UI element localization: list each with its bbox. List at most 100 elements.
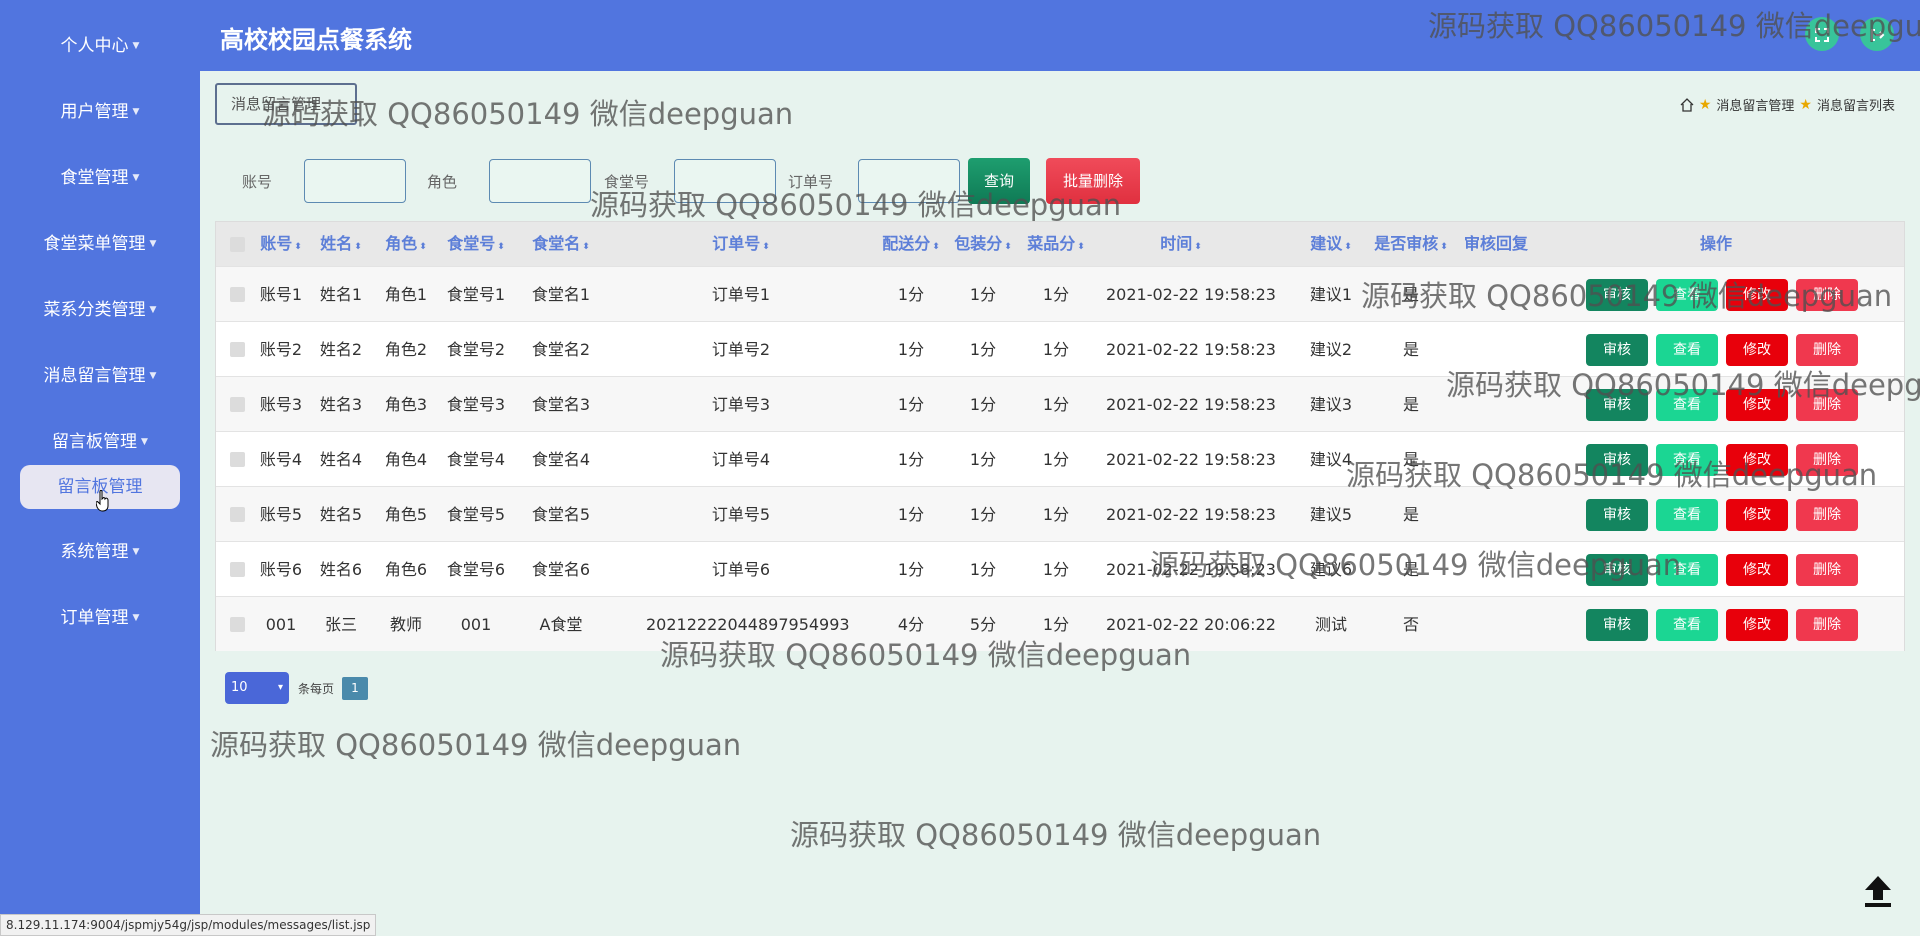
column-header[interactable]: 角色 ⬍ bbox=[381, 222, 431, 266]
view-button[interactable]: 查看 bbox=[1656, 554, 1718, 586]
sidebar-item-canteen-management[interactable]: 食堂管理 ▼ bbox=[0, 166, 200, 190]
logout-button[interactable] bbox=[1860, 17, 1894, 51]
cell-role: 角色5 bbox=[384, 505, 428, 524]
edit-button[interactable]: 修改 bbox=[1726, 609, 1788, 641]
sidebar-item-board-management[interactable]: 留言板管理 ▼ bbox=[0, 430, 200, 454]
audit-button[interactable]: 审核 bbox=[1586, 554, 1648, 586]
home-icon[interactable] bbox=[1680, 97, 1694, 112]
row-checkbox[interactable] bbox=[230, 342, 245, 357]
cell-audit-reply bbox=[1456, 487, 1536, 542]
view-button[interactable]: 查看 bbox=[1656, 389, 1718, 421]
audit-button[interactable]: 审核 bbox=[1586, 334, 1648, 366]
sidebar-item-menu-management[interactable]: 食堂菜单管理 ▼ bbox=[0, 232, 200, 256]
delete-button[interactable]: 删除 bbox=[1796, 389, 1858, 421]
sort-icon: ⬍ bbox=[762, 242, 770, 252]
order-no-input[interactable] bbox=[858, 159, 960, 203]
audit-button[interactable]: 审核 bbox=[1586, 499, 1648, 531]
cell-order-no: 订单号5 bbox=[711, 505, 771, 524]
cell-dish-score: 1分 bbox=[1042, 395, 1070, 414]
edit-button[interactable]: 修改 bbox=[1726, 334, 1788, 366]
column-header[interactable]: 是否审核 ⬍ bbox=[1371, 222, 1451, 266]
sidebar-item-system-management[interactable]: 系统管理 ▼ bbox=[0, 540, 200, 564]
cell-dish-score: 1分 bbox=[1042, 615, 1070, 634]
sidebar-item-user-management[interactable]: 用户管理 ▼ bbox=[0, 100, 200, 124]
cell-audit-reply bbox=[1456, 377, 1536, 432]
row-checkbox[interactable] bbox=[230, 562, 245, 577]
delete-button[interactable]: 删除 bbox=[1796, 554, 1858, 586]
row-checkbox[interactable] bbox=[230, 397, 245, 412]
cell-time: 2021-02-22 19:58:23 bbox=[1106, 285, 1276, 304]
hand-cursor-icon bbox=[96, 490, 109, 512]
view-button[interactable]: 查看 bbox=[1656, 499, 1718, 531]
cell-canteen-no: 食堂号6 bbox=[446, 560, 506, 579]
view-button[interactable]: 查看 bbox=[1656, 334, 1718, 366]
column-header[interactable]: 包装分 ⬍ bbox=[948, 222, 1018, 266]
page-size-select[interactable]: 10 ▾ bbox=[225, 672, 289, 704]
audit-button[interactable]: 审核 bbox=[1586, 609, 1648, 641]
cell-delivery-score: 1分 bbox=[897, 560, 925, 579]
view-button[interactable]: 查看 bbox=[1656, 609, 1718, 641]
table-header: 账号 ⬍ 姓名 ⬍ 角色 ⬍ 食堂号 ⬍ 食堂名 ⬍ 订单号 ⬍ 配送分 ⬍ 包装分 ⬍ 菜品分… bbox=[216, 222, 1904, 266]
role-input[interactable] bbox=[489, 159, 591, 203]
column-header: 审核回复 bbox=[1463, 234, 1528, 253]
delete-button[interactable]: 删除 bbox=[1796, 279, 1858, 311]
table-row: 001 张三 教师 001 A食堂 20212222044897954993 4分 5分 1分 2… bbox=[216, 596, 1904, 651]
cell-audited: 是 bbox=[1402, 395, 1419, 414]
delete-button[interactable]: 删除 bbox=[1796, 334, 1858, 366]
canteen-no-input[interactable] bbox=[674, 159, 776, 203]
audit-button[interactable]: 审核 bbox=[1586, 389, 1648, 421]
column-header[interactable]: 账号 ⬍ bbox=[256, 222, 306, 266]
column-header[interactable]: 订单号 ⬍ bbox=[706, 222, 776, 266]
fullscreen-button[interactable] bbox=[1805, 17, 1839, 51]
delete-button[interactable]: 删除 bbox=[1796, 499, 1858, 531]
audit-button[interactable]: 审核 bbox=[1586, 444, 1648, 476]
row-checkbox[interactable] bbox=[230, 507, 245, 522]
select-all-checkbox[interactable] bbox=[230, 237, 245, 252]
row-checkbox[interactable] bbox=[230, 452, 245, 467]
per-page-label: 条每页 bbox=[298, 682, 335, 696]
delete-button[interactable]: 删除 bbox=[1796, 444, 1858, 476]
column-header[interactable]: 姓名 ⬍ bbox=[316, 222, 366, 266]
cell-time: 2021-02-22 19:58:23 bbox=[1106, 450, 1276, 469]
table-row: 账号6 姓名6 角色6 食堂号6 食堂名6 订单号6 1分 1分 1分 2021-02-22 19… bbox=[216, 541, 1904, 596]
edit-button[interactable]: 修改 bbox=[1726, 499, 1788, 531]
view-button[interactable]: 查看 bbox=[1656, 444, 1718, 476]
back-to-top-icon[interactable] bbox=[1858, 870, 1898, 910]
column-header[interactable]: 菜品分 ⬍ bbox=[1021, 222, 1091, 266]
breadcrumb-item: 消息留言列表 bbox=[1816, 99, 1895, 114]
edit-button[interactable]: 修改 bbox=[1726, 444, 1788, 476]
audit-button[interactable]: 审核 bbox=[1586, 279, 1648, 311]
cell-audited: 否 bbox=[1402, 615, 1419, 634]
view-button[interactable]: 查看 bbox=[1656, 279, 1718, 311]
column-header[interactable]: 建议 ⬍ bbox=[1306, 222, 1356, 266]
edit-button[interactable]: 修改 bbox=[1726, 389, 1788, 421]
sidebar-item-personal-center[interactable]: 个人中心 ▼ bbox=[0, 34, 200, 58]
sort-icon: ⬍ bbox=[1194, 242, 1202, 252]
row-checkbox[interactable] bbox=[230, 617, 245, 632]
column-header[interactable]: 时间 ⬍ bbox=[1146, 222, 1216, 266]
row-checkbox[interactable] bbox=[230, 287, 245, 302]
page-title: 消息留言管理 bbox=[215, 83, 357, 125]
sidebar-item-label: 系统管理 bbox=[60, 542, 129, 562]
column-header[interactable]: 配送分 ⬍ bbox=[876, 222, 946, 266]
edit-button[interactable]: 修改 bbox=[1726, 554, 1788, 586]
cell-dish-score: 1分 bbox=[1042, 560, 1070, 579]
caret-down-icon: ▼ bbox=[149, 239, 157, 249]
cell-role: 教师 bbox=[389, 615, 422, 634]
account-input[interactable] bbox=[304, 159, 406, 203]
search-button[interactable]: 查询 bbox=[968, 158, 1030, 204]
column-header[interactable]: 食堂名 ⬍ bbox=[526, 222, 596, 266]
sort-icon: ⬍ bbox=[932, 242, 940, 252]
sidebar-item-message-management[interactable]: 消息留言管理 ▼ bbox=[0, 364, 200, 388]
delete-button[interactable]: 删除 bbox=[1796, 609, 1858, 641]
breadcrumb-item[interactable]: 消息留言管理 bbox=[1716, 95, 1794, 114]
sidebar-item-label: 订单管理 bbox=[60, 608, 129, 628]
batch-delete-button[interactable]: 批量删除 bbox=[1046, 158, 1140, 204]
messages-table: 账号 ⬍ 姓名 ⬍ 角色 ⬍ 食堂号 ⬍ 食堂名 ⬍ 订单号 ⬍ 配送分 ⬍ 包装分 ⬍ 菜品分… bbox=[215, 221, 1905, 651]
edit-button[interactable]: 修改 bbox=[1726, 279, 1788, 311]
column-header[interactable]: 食堂号 ⬍ bbox=[441, 222, 511, 266]
cell-audited: 是 bbox=[1402, 340, 1419, 359]
sidebar-item-cuisine-category[interactable]: 菜系分类管理 ▼ bbox=[0, 298, 200, 322]
sidebar-item-order-management[interactable]: 订单管理 ▼ bbox=[0, 606, 200, 630]
page-number-button[interactable]: 1 bbox=[342, 677, 368, 700]
